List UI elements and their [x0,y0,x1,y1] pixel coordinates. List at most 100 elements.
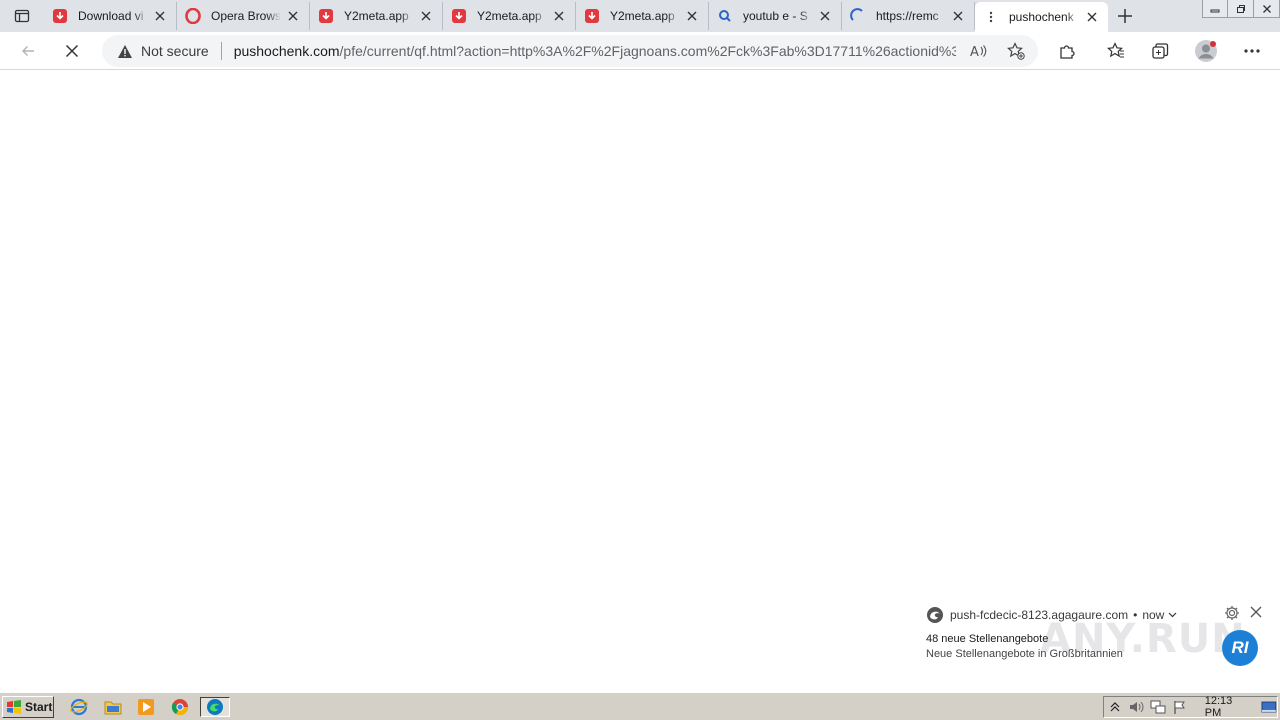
close-tab-icon[interactable] [684,8,700,24]
loading-spinner-icon [850,8,866,24]
close-tab-icon[interactable] [950,8,966,24]
tab-title: Download vi [78,9,144,23]
tab-remote-url[interactable]: https://remc [842,2,975,30]
minimize-button[interactable] [1202,0,1228,18]
back-button[interactable] [12,36,44,66]
profile-button[interactable] [1189,36,1223,66]
edge-logo-icon [927,607,943,623]
quicklaunch-explorer[interactable] [102,697,124,717]
close-tab-icon[interactable] [152,8,168,24]
close-tab-icon[interactable] [551,8,567,24]
close-window-button[interactable] [1254,0,1280,18]
speaker-icon [1129,701,1144,713]
show-desktop-icon[interactable] [1261,700,1277,714]
tab-y2meta-1[interactable]: Y2meta.app [310,2,443,30]
stop-loading-button[interactable] [56,36,88,66]
site-security-indicator[interactable]: Not secure [102,35,209,67]
add-favorite-button[interactable] [1005,41,1027,61]
tab-download-video[interactable]: Download vi [44,2,177,30]
quicklaunch-chrome[interactable] [169,697,191,717]
close-tab-icon[interactable] [418,8,434,24]
close-icon [1262,4,1271,13]
tab-y2meta-3[interactable]: Y2meta.app [576,2,709,30]
minimize-icon [1210,9,1220,12]
close-tab-icon[interactable] [817,8,833,24]
tab-title: Y2meta.app [477,9,542,23]
favorites-star-icon [1107,42,1124,58]
read-aloud-icon: A [970,45,987,59]
page-content [0,71,1280,692]
tab-youtube-search[interactable]: youtub e - S [709,2,842,30]
tab-title: Y2meta.app [344,9,409,23]
divider [220,42,222,60]
svg-text:A: A [970,45,979,59]
tab-actions-button[interactable] [0,0,44,32]
network-button[interactable] [1147,697,1169,717]
url-text[interactable]: pushochenk.com/pfe/current/qf.html?actio… [234,43,956,59]
settings-more-button[interactable] [1235,36,1269,66]
close-tab-icon[interactable] [285,8,301,24]
search-favicon-icon [717,8,733,24]
back-arrow-icon [22,46,34,56]
notification-time: now [1142,608,1165,622]
avatar-icon [1195,40,1217,62]
notification-body: Neue Stellenangebote in Großbritannien [926,648,1123,660]
gear-icon[interactable] [1224,605,1240,621]
notification-header: push-fcdecic-8123.agagaure.com • now [926,606,1178,624]
stop-icon [65,44,79,58]
restore-button[interactable] [1228,0,1254,18]
plus-icon [1118,9,1132,23]
more-dots-icon [1244,49,1260,53]
quicklaunch-ie[interactable] [68,697,90,717]
media-player-icon [138,699,154,715]
url-path: /pfe/current/qf.html?action=http%3A%2F%2… [339,43,956,59]
download-favicon-icon [318,8,334,24]
close-icon[interactable] [1249,605,1263,619]
start-button[interactable]: Start [2,696,54,718]
tab-opera-browser[interactable]: Opera Brows [177,2,310,30]
favorites-button[interactable] [1099,36,1133,66]
network-icon [1150,700,1166,714]
opera-favicon-icon [185,8,201,24]
collections-icon [1152,43,1169,59]
download-favicon-icon [584,8,600,24]
chrome-icon [171,699,189,716]
notification-title: 48 neue Stellenangebote [926,633,1049,645]
download-favicon-icon [451,8,467,24]
folder-icon [104,701,122,715]
navigation-bar: Not secure pushochenk.com/pfe/current/qf… [0,32,1280,70]
system-tray: 12:13 PM [1103,695,1278,719]
tab-title: youtub e - S [743,9,808,23]
loading-dots-icon [983,9,999,25]
tab-pushochenk[interactable]: pushochenk [975,2,1108,32]
window-controls [1202,0,1280,18]
windows-logo-icon [7,700,21,714]
chevron-down-icon[interactable] [1168,612,1178,618]
extensions-button[interactable] [1050,36,1084,66]
tab-actions-icon [14,9,30,23]
show-hidden-icons[interactable] [1104,697,1126,717]
url-host: pushochenk.com [233,43,340,59]
tab-y2meta-2[interactable]: Y2meta.app [443,2,576,30]
volume-button[interactable] [1126,697,1148,717]
tab-title: Y2meta.app [610,9,675,23]
collections-button[interactable] [1143,36,1177,66]
tab-strip: Download vi Opera Brows Y2meta.app Y2met… [0,0,1280,32]
action-center-button[interactable] [1169,697,1191,717]
quicklaunch-edge[interactable] [200,697,230,717]
download-favicon-icon [52,8,68,24]
star-add-icon [1007,42,1025,60]
tab-title: pushochenk [1009,10,1074,24]
internet-explorer-icon [70,698,88,716]
quicklaunch-media-player[interactable] [135,697,157,717]
taskbar: Start 12:13 PM [0,692,1280,720]
new-tab-button[interactable] [1108,0,1142,32]
clock[interactable]: 12:13 PM [1205,695,1251,719]
address-bar[interactable]: Not secure pushochenk.com/pfe/current/qf… [102,35,1038,67]
close-tab-icon[interactable] [1084,9,1100,25]
push-notification[interactable]: push-fcdecic-8123.agagaure.com • now 48 … [918,600,1270,670]
read-aloud-button[interactable]: A [968,41,990,61]
warning-triangle-icon [118,44,132,58]
tab-title: https://remc [876,9,939,23]
notification-source: push-fcdecic-8123.agagaure.com [950,608,1129,622]
